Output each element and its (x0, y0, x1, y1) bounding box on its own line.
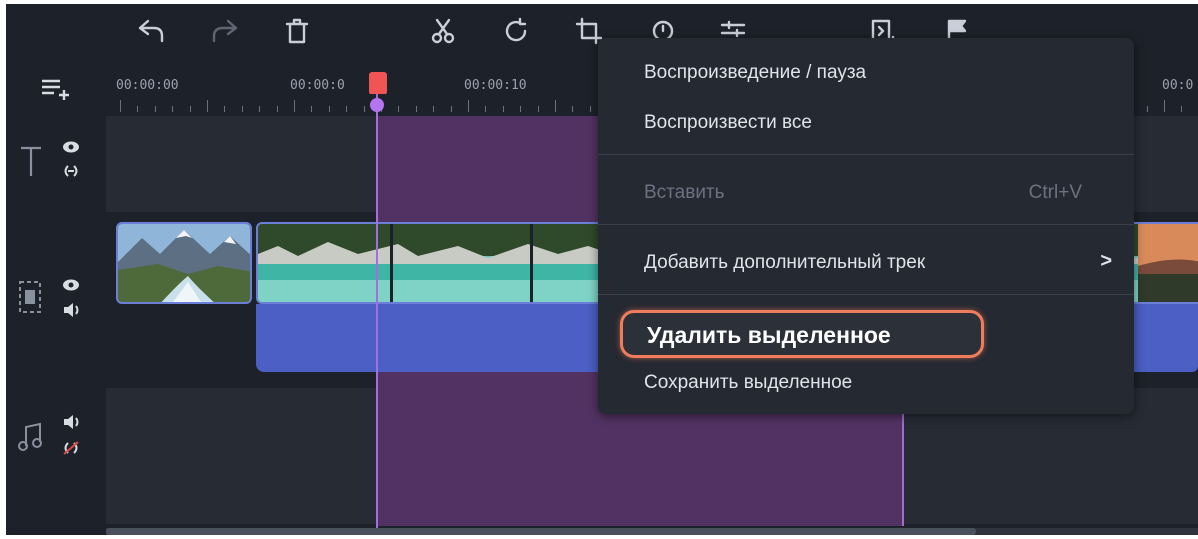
ruler-label: 00:0 (1162, 78, 1194, 93)
ruler-tick (120, 100, 121, 112)
menu-separator (598, 294, 1134, 295)
ruler-tick (502, 106, 504, 112)
delete-icon[interactable] (280, 14, 314, 48)
undo-icon[interactable] (134, 14, 168, 48)
mountain-thumbnail (118, 224, 250, 302)
video-clip[interactable] (116, 222, 252, 304)
menu-item-play-pause[interactable]: Воспроизведение / пауза (644, 62, 866, 84)
ruler-tick (259, 106, 261, 112)
ruler-tick (572, 106, 574, 112)
ruler-tick (415, 106, 417, 112)
ruler-tick (346, 106, 348, 112)
ruler-tick (241, 106, 243, 112)
menu-separator (598, 224, 1134, 225)
ruler-tick (468, 100, 469, 112)
ruler-tick (224, 106, 226, 112)
ruler-label: 00:00:00 (116, 78, 179, 93)
ruler-tick (363, 106, 365, 112)
ruler-tick (485, 106, 487, 112)
playhead-marker[interactable] (370, 98, 384, 112)
ruler-tick (328, 106, 330, 112)
unlink-icon[interactable] (62, 440, 80, 461)
speaker-icon[interactable] (62, 414, 80, 435)
title-track-icon (18, 144, 44, 183)
ruler-tick (311, 106, 313, 112)
redo-icon[interactable] (208, 14, 242, 48)
ruler-tick (450, 106, 452, 112)
ruler-tick (433, 106, 435, 112)
playhead-handle[interactable] (369, 72, 387, 94)
ruler-tick (520, 106, 522, 112)
menu-separator (598, 154, 1134, 155)
ruler-tick (1181, 106, 1183, 112)
ruler-tick (1146, 106, 1148, 112)
ruler-tick (555, 100, 556, 112)
scrollbar-thumb[interactable] (106, 528, 976, 535)
chevron-right-icon: > (1100, 250, 1112, 272)
ruler-label: 00:00:0 (290, 78, 345, 93)
menu-item-play-all[interactable]: Воспроизвести все (644, 112, 812, 134)
paste-shortcut: Ctrl+V (1028, 182, 1082, 203)
cut-icon[interactable] (426, 14, 460, 48)
ruler-tick (207, 100, 208, 112)
ruler-label: 00:00:10 (464, 78, 527, 93)
eye-icon[interactable] (62, 140, 80, 159)
ruler-tick (137, 106, 139, 112)
menu-item-paste[interactable]: Вставить (644, 182, 725, 204)
video-track-icon (18, 280, 42, 319)
timeline-editor: 00:00:00 00:00:0 00:00:10 00:0 Воспроизв… (6, 4, 1198, 535)
menu-item-add-track[interactable]: Добавить дополнительный трек (644, 252, 925, 274)
ruler-tick (276, 106, 278, 112)
link-icon[interactable] (62, 164, 80, 183)
rotate-icon[interactable] (500, 14, 534, 48)
ruler-tick (154, 106, 156, 112)
menu-item-delete-selected[interactable]: Удалить выделенное (620, 310, 984, 358)
menu-item-save-selected[interactable]: Сохранить выделенное (644, 372, 852, 394)
ruler-tick (1164, 100, 1165, 112)
ruler-tick (294, 100, 295, 112)
eye-icon[interactable] (62, 278, 80, 297)
ruler-tick (189, 106, 191, 112)
playhead-line[interactable] (376, 78, 378, 535)
ruler-tick (172, 106, 174, 112)
delete-selected-label: Удалить выделенное (647, 322, 891, 348)
ruler-tick (398, 106, 400, 112)
ruler-tick (537, 106, 539, 112)
context-menu: Воспроизведение / пауза Воспроизвести вс… (598, 38, 1134, 414)
track-headers (6, 64, 106, 535)
ruler-tick (589, 106, 591, 112)
speaker-icon[interactable] (62, 302, 80, 323)
music-track-icon (18, 422, 44, 457)
horizontal-scrollbar[interactable] (106, 528, 1198, 535)
add-track-icon[interactable] (40, 76, 74, 107)
